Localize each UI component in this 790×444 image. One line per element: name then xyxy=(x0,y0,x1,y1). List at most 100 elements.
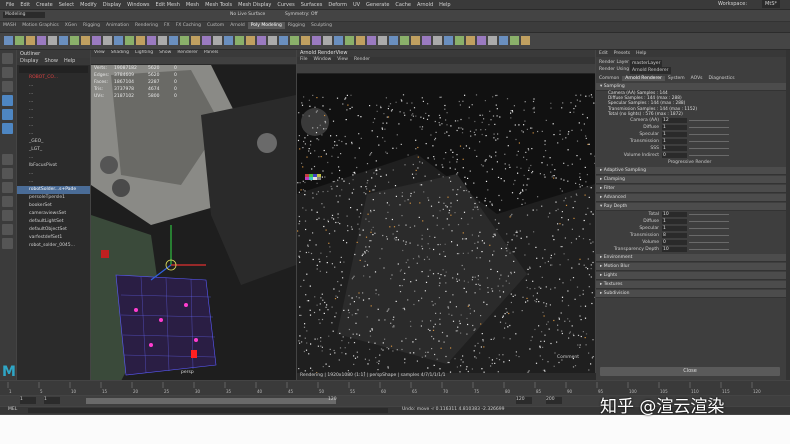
outliner-item[interactable]: ... xyxy=(17,122,90,130)
shelf-tool-icon[interactable] xyxy=(400,36,409,45)
attr-value-field[interactable]: 1 xyxy=(662,139,687,145)
viewport-menu-shading[interactable]: Shading xyxy=(108,50,132,55)
shelf-tool-icon[interactable] xyxy=(356,36,365,45)
shelf-tool-icon[interactable] xyxy=(279,36,288,45)
attr-value-field[interactable]: 10 xyxy=(662,212,687,218)
shelf-tool-icon[interactable] xyxy=(81,36,90,45)
shelf-tool-icon[interactable] xyxy=(268,36,277,45)
render-using-select[interactable]: Arnold Renderer xyxy=(630,67,671,74)
outliner-item[interactable]: persoleTpersle1 xyxy=(17,194,90,202)
workspace-select[interactable]: MtS* xyxy=(762,0,780,8)
shelf-tool-icon[interactable] xyxy=(323,36,332,45)
attr-slider[interactable] xyxy=(689,228,729,230)
shelf-tool-icon[interactable] xyxy=(103,36,112,45)
menu-file[interactable]: File xyxy=(3,1,17,9)
viewport-menu-view[interactable]: View xyxy=(91,50,108,55)
progressive-checkbox-label[interactable]: Progressive Render xyxy=(668,159,711,166)
viewport-menu-renderer[interactable]: Renderer xyxy=(174,50,201,55)
shelf-tool-icon[interactable] xyxy=(422,36,431,45)
shelf-tool-icon[interactable] xyxy=(37,36,46,45)
tab-diagnostics[interactable]: Diagnostics xyxy=(706,76,738,81)
shelf-tool-icon[interactable] xyxy=(235,36,244,45)
tab-arnold-renderer[interactable]: Arnold Renderer xyxy=(622,76,665,81)
menu-mesh[interactable]: Mesh xyxy=(183,1,202,9)
shelf-tool-icon[interactable] xyxy=(147,36,156,45)
menu-help[interactable]: Help xyxy=(436,1,453,9)
attr-slider[interactable] xyxy=(689,249,729,251)
outliner-item[interactable]: ... xyxy=(17,106,90,114)
attr-slider[interactable] xyxy=(689,214,729,216)
attr-value-field[interactable]: 1 xyxy=(662,125,687,131)
command-input[interactable] xyxy=(28,408,388,413)
shelf-tool-icon[interactable] xyxy=(290,36,299,45)
outliner-item[interactable]: lbFocusPivot xyxy=(17,162,90,170)
outliner-item[interactable]: ROBOT_CO... xyxy=(17,74,90,82)
shelf-tab-custom[interactable]: Custom xyxy=(204,22,227,29)
menu-modify[interactable]: Modify xyxy=(77,1,100,9)
shelf-tool-icon[interactable] xyxy=(202,36,211,45)
shelf-tool-icon[interactable] xyxy=(301,36,310,45)
viewport-menu-lighting[interactable]: Lighting xyxy=(132,50,156,55)
range-end-field[interactable]: 120 xyxy=(516,397,532,404)
shelf-tool-icon[interactable] xyxy=(125,36,134,45)
rotate-tool-icon[interactable] xyxy=(2,109,13,120)
render-menu-file[interactable]: File xyxy=(297,57,311,62)
shelf-tool-icon[interactable] xyxy=(15,36,24,45)
attr-slider[interactable] xyxy=(689,127,729,129)
move-tool-icon[interactable] xyxy=(2,95,13,106)
shelf-tool-icon[interactable] xyxy=(213,36,222,45)
attr-slider[interactable] xyxy=(689,134,729,136)
menu-mesh-tools[interactable]: Mesh Tools xyxy=(202,1,235,9)
ray-depth-section-header[interactable]: ▾ Ray Depth xyxy=(596,203,786,212)
section-header[interactable]: ▸ Textures xyxy=(596,281,786,290)
layout-uv-icon[interactable] xyxy=(2,238,13,249)
symmetry-label[interactable]: Symmetry: Off xyxy=(285,12,318,17)
section-header[interactable]: ▸ Subdivision xyxy=(596,290,786,299)
outliner-search-input[interactable] xyxy=(19,66,88,73)
shelf-tool-icon[interactable] xyxy=(367,36,376,45)
shelf-tab-arnold[interactable]: Arnold xyxy=(227,22,248,29)
menu-windows[interactable]: Windows xyxy=(124,1,152,9)
section-header[interactable]: ▸ Lights xyxy=(596,272,786,281)
render-settings-menu-edit[interactable]: Edit xyxy=(596,51,611,56)
outliner-item[interactable]: defaultObjectSet xyxy=(17,226,90,234)
menu-deform[interactable]: Deform xyxy=(325,1,350,9)
lasso-tool-icon[interactable] xyxy=(2,67,13,78)
select-tool-icon[interactable] xyxy=(2,53,13,64)
menu-mesh-display[interactable]: Mesh Display xyxy=(235,1,274,9)
outliner-item[interactable]: ... xyxy=(17,130,90,138)
shelf-tool-icon[interactable] xyxy=(312,36,321,45)
shelf-tool-icon[interactable] xyxy=(26,36,35,45)
viewport-menu-panels[interactable]: Panels xyxy=(201,50,221,55)
outliner-menu-display[interactable]: Display xyxy=(17,58,41,64)
attr-value-field[interactable]: 0 xyxy=(662,240,687,246)
outliner-item[interactable]: ... xyxy=(17,170,90,178)
render-settings-menu-presets[interactable]: Presets xyxy=(611,51,633,56)
shelf-tool-icon[interactable] xyxy=(257,36,266,45)
shelf-tool-icon[interactable] xyxy=(499,36,508,45)
layout-outliner-icon[interactable] xyxy=(2,196,13,207)
section-header[interactable]: ▸ Advanced xyxy=(596,194,786,203)
shelf-tool-icon[interactable] xyxy=(246,36,255,45)
attr-value-field[interactable]: 1 xyxy=(662,226,687,232)
shelf-tool-icon[interactable] xyxy=(334,36,343,45)
shelf-tool-icon[interactable] xyxy=(345,36,354,45)
menu-cache[interactable]: Cache xyxy=(392,1,414,9)
section-header[interactable]: ▸ Motion Blur xyxy=(596,263,786,272)
outliner-item[interactable]: robotSolder...s+Pade xyxy=(17,186,90,194)
outliner-item[interactable]: ... xyxy=(17,114,90,122)
shelf-tool-icon[interactable] xyxy=(488,36,497,45)
attr-slider[interactable] xyxy=(689,235,729,237)
shelf-tool-icon[interactable] xyxy=(169,36,178,45)
range-start2-field[interactable]: 1 xyxy=(44,397,60,404)
range-max-field[interactable]: 200 xyxy=(546,397,562,404)
shelf-tool-icon[interactable] xyxy=(70,36,79,45)
shelf-tool-icon[interactable] xyxy=(444,36,453,45)
menu-surfaces[interactable]: Surfaces xyxy=(298,1,326,9)
shelf-tool-icon[interactable] xyxy=(455,36,464,45)
outliner-menu-show[interactable]: Show xyxy=(41,58,61,64)
shelf-tab-mash[interactable]: MASH xyxy=(0,22,19,29)
tab-common[interactable]: Common xyxy=(596,76,622,81)
attr-value-field[interactable]: 0 xyxy=(662,153,687,159)
scale-tool-icon[interactable] xyxy=(2,123,13,134)
